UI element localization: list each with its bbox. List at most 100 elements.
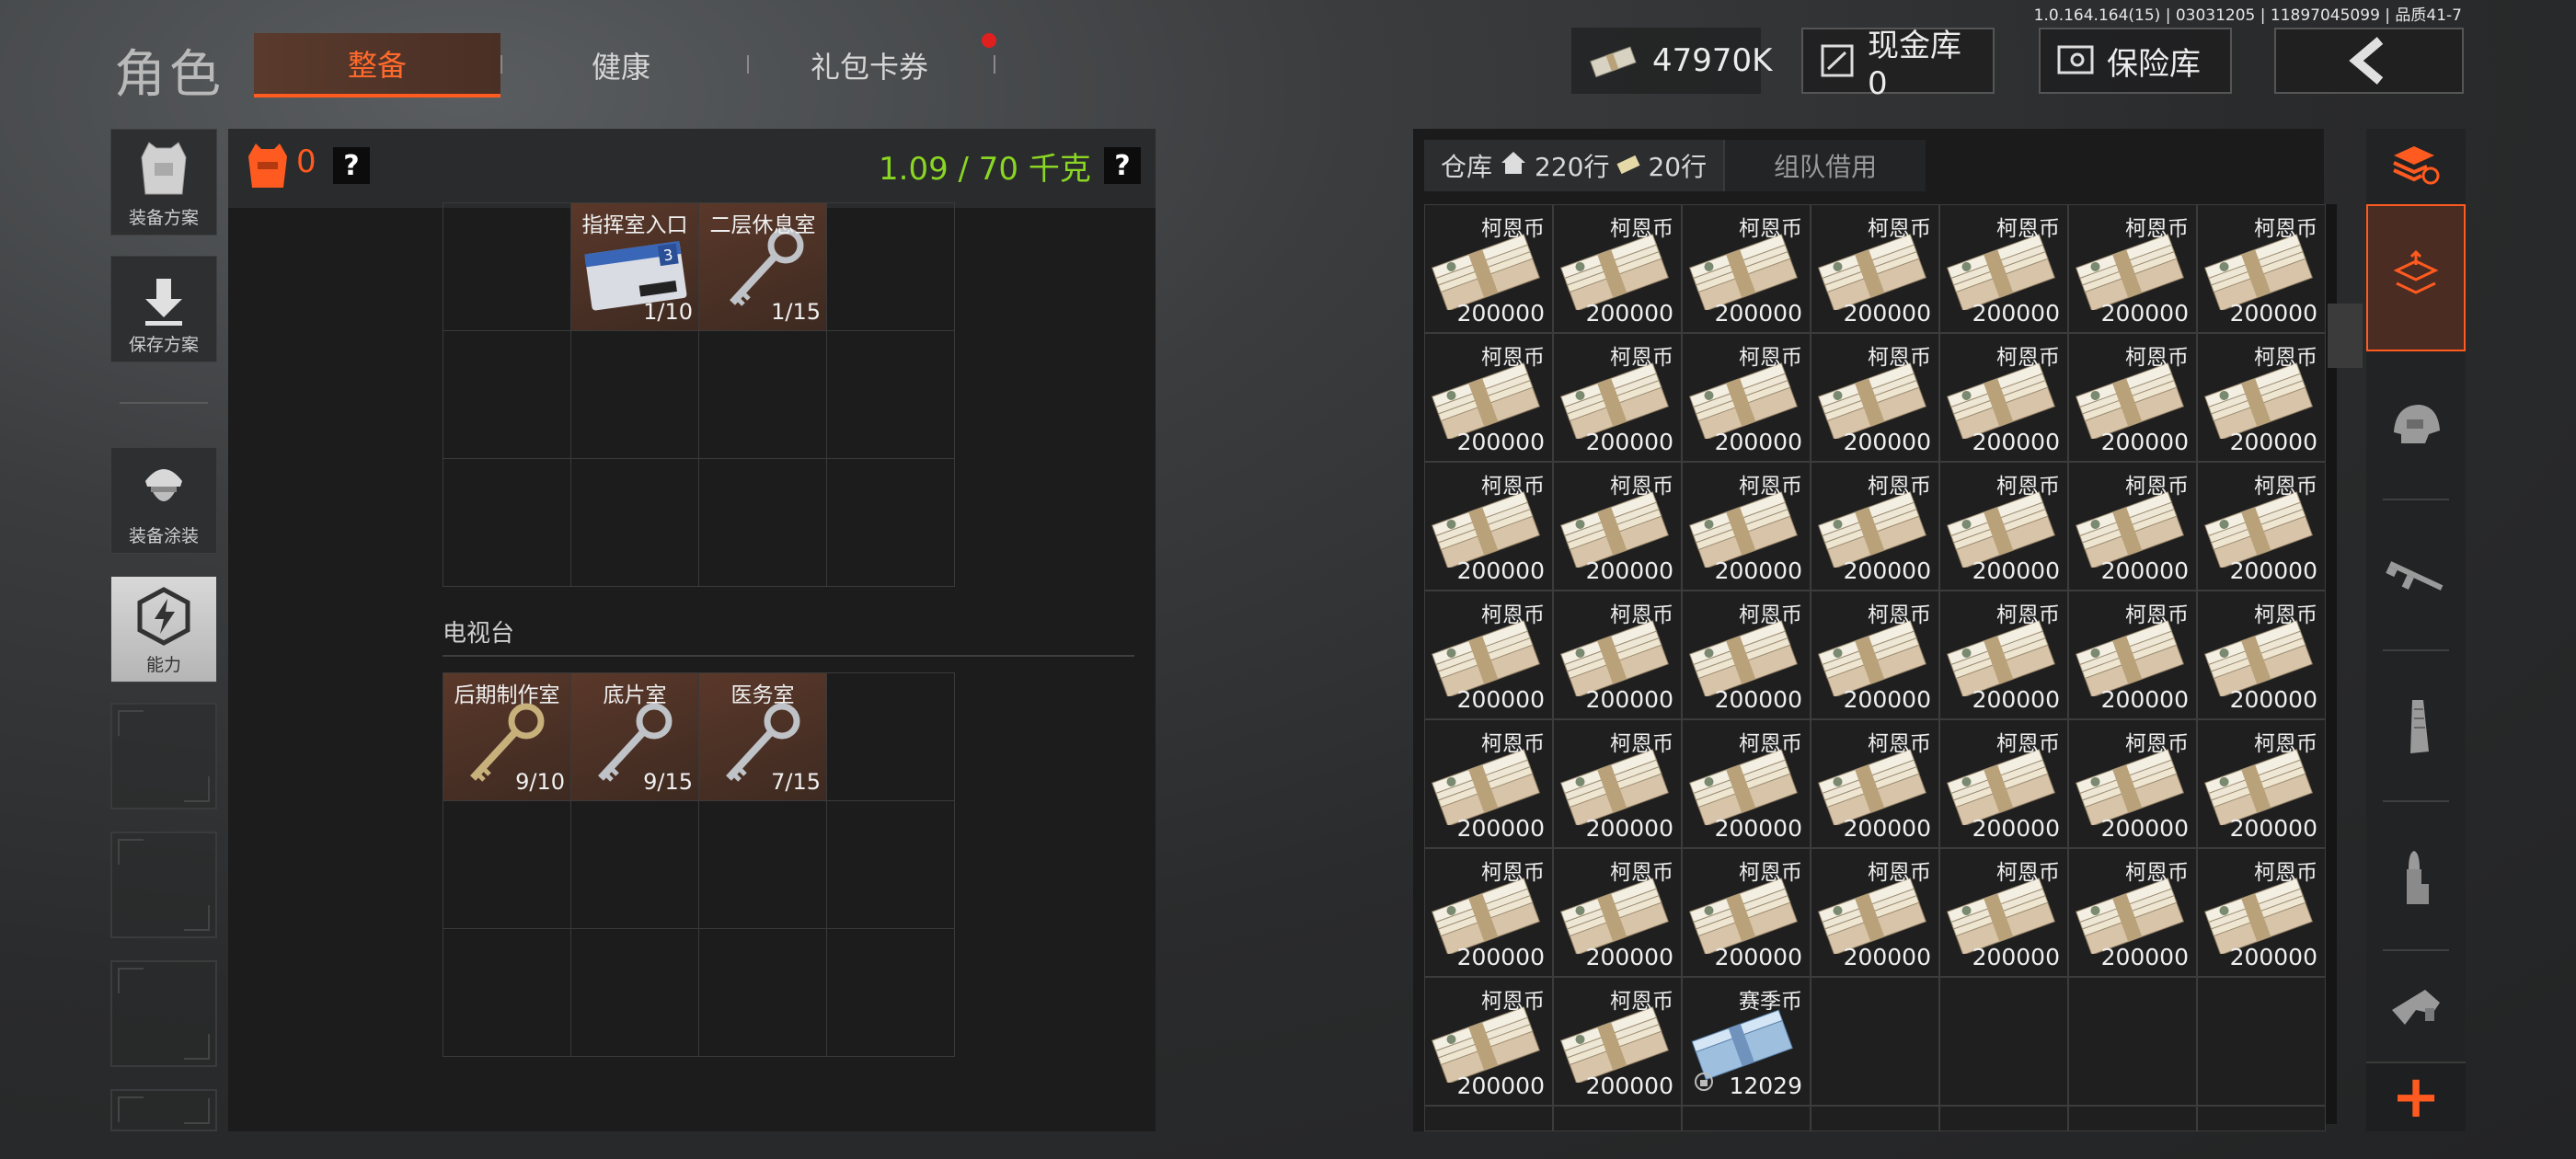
inventory-item-cash[interactable]: 柯恩币 200000	[1682, 719, 1811, 848]
grid-cell[interactable]	[698, 330, 827, 459]
inventory-item-cash[interactable]: 柯恩币 200000	[1939, 719, 2068, 848]
inventory-empty-cell[interactable]	[2197, 1106, 2326, 1131]
keycard-item[interactable]: 3 指挥室入口 1/10	[571, 203, 698, 330]
inventory-item-cash[interactable]: 柯恩币 200000	[1939, 204, 2068, 333]
key-item[interactable]: 医务室 7/15	[699, 673, 826, 800]
inventory-item-cash[interactable]: 柯恩币 200000	[2068, 204, 2197, 333]
inventory-item-cash[interactable]: 柯恩币 200000	[1939, 591, 2068, 719]
inventory-item-cash[interactable]: 柯恩币 200000	[2068, 719, 2197, 848]
ability-button[interactable]: 能力	[110, 576, 217, 683]
inventory-empty-cell[interactable]	[2197, 977, 2326, 1106]
inventory-item-cash[interactable]: 柯恩币 200000	[1424, 204, 1553, 333]
inventory-item-cash[interactable]: 柯恩币 200000	[1682, 204, 1811, 333]
inventory-item-cash[interactable]: 柯恩币 200000	[1682, 848, 1811, 977]
inventory-item-cash[interactable]: 柯恩币 200000	[2197, 848, 2326, 977]
help-icon[interactable]: ?	[333, 147, 370, 184]
inventory-item-season-coin[interactable]: 赛季币 12029	[1682, 977, 1811, 1106]
inventory-item-cash[interactable]: 柯恩币 200000	[2068, 333, 2197, 462]
category-gear[interactable]	[2366, 957, 2466, 1060]
inventory-empty-cell[interactable]	[2068, 1106, 2197, 1131]
inventory-empty-cell[interactable]	[1553, 1106, 1682, 1131]
loadout-plan-button[interactable]: 装备方案	[110, 129, 217, 235]
inventory-item-cash[interactable]: 柯恩币 200000	[1553, 591, 1682, 719]
tab-health[interactable]: 健康	[515, 33, 727, 98]
inventory-item-cash[interactable]: 柯恩币 200000	[1424, 977, 1553, 1106]
inventory-item-cash[interactable]: 柯恩币 200000	[2197, 204, 2326, 333]
inventory-item-cash[interactable]: 柯恩币 200000	[1553, 333, 1682, 462]
inventory-item-cash[interactable]: 柯恩币 200000	[1811, 591, 1939, 719]
inventory-item-cash[interactable]: 柯恩币 200000	[2068, 591, 2197, 719]
inventory-item-cash[interactable]: 柯恩币 200000	[1811, 333, 1939, 462]
inventory-item-cash[interactable]: 柯恩币 200000	[1424, 591, 1553, 719]
category-stack-refresh[interactable]	[2366, 131, 2466, 204]
inventory-item-cash[interactable]: 柯恩币 200000	[1553, 848, 1682, 977]
back-button[interactable]	[2274, 28, 2464, 94]
inventory-item-cash[interactable]: 柯恩币 200000	[1682, 462, 1811, 591]
cash-vault-button[interactable]: 现金库 0	[1801, 28, 1995, 102]
grid-cell[interactable]	[698, 800, 827, 929]
inventory-item-cash[interactable]: 柯恩币 200000	[1553, 462, 1682, 591]
grid-cell[interactable]	[826, 800, 955, 929]
key-item[interactable]: 二层休息室 1/15	[699, 203, 826, 330]
inventory-empty-cell[interactable]	[1939, 977, 2068, 1106]
key-item[interactable]: 后期制作室 9/10	[443, 673, 570, 800]
inventory-item-cash[interactable]: 柯恩币 200000	[1553, 204, 1682, 333]
skin-button[interactable]: 装备涂装	[110, 447, 217, 554]
grid-cell[interactable]	[826, 672, 955, 801]
grid-cell[interactable]	[443, 330, 571, 459]
inventory-item-cash[interactable]: 柯恩币 200000	[1682, 591, 1811, 719]
inventory-empty-cell[interactable]	[1939, 1106, 2068, 1131]
inventory-item-cash[interactable]: 柯恩币 200000	[2068, 848, 2197, 977]
save-plan-button[interactable]: 保存方案	[110, 256, 217, 362]
inventory-item-cash[interactable]: 柯恩币 200000	[1424, 719, 1553, 848]
inventory-item-cash[interactable]: 柯恩币 200000	[1811, 719, 1939, 848]
inventory-item-cash[interactable]: 柯恩币 200000	[1939, 848, 2068, 977]
inventory-item-cash[interactable]: 柯恩币 200000	[1553, 719, 1682, 848]
grid-cell[interactable]	[443, 800, 571, 929]
category-rifle[interactable]	[2366, 504, 2466, 651]
grid-cell[interactable]	[698, 458, 827, 587]
weight-help-icon[interactable]: ?	[1104, 147, 1141, 184]
inventory-item-cash[interactable]: 柯恩币 200000	[1553, 977, 1682, 1106]
inventory-empty-cell[interactable]	[1424, 1106, 1553, 1131]
grid-cell[interactable]	[570, 330, 699, 459]
inventory-item-cash[interactable]: 柯恩币 200000	[1811, 462, 1939, 591]
inventory-item-cash[interactable]: 柯恩币 200000	[1682, 333, 1811, 462]
key-item[interactable]: 底片室 9/15	[571, 673, 698, 800]
grid-cell[interactable]	[826, 928, 955, 1057]
inventory-item-cash[interactable]: 柯恩币 200000	[1811, 204, 1939, 333]
category-helmet[interactable]	[2366, 351, 2466, 499]
category-magazine[interactable]	[2366, 655, 2466, 802]
inventory-item-cash[interactable]: 柯恩币 200000	[2197, 462, 2326, 591]
grid-cell[interactable]	[570, 800, 699, 929]
grid-cell[interactable]	[570, 458, 699, 587]
add-category-button[interactable]: +	[2366, 1061, 2466, 1131]
tab-warehouse[interactable]: 仓库 220行 20行	[1424, 140, 1724, 191]
grid-cell[interactable]	[826, 330, 955, 459]
grid-cell[interactable]	[443, 928, 571, 1057]
currency-display[interactable]: 47970K	[1571, 28, 1772, 94]
inventory-item-cash[interactable]: 柯恩币 200000	[1424, 333, 1553, 462]
tab-team-borrow[interactable]: 组队借用	[1723, 140, 1926, 191]
inventory-item-cash[interactable]: 柯恩币 200000	[1811, 848, 1939, 977]
category-all[interactable]	[2366, 204, 2466, 351]
inventory-item-cash[interactable]: 柯恩币 200000	[2197, 333, 2326, 462]
inventory-empty-cell[interactable]	[1811, 977, 1939, 1106]
grid-cell[interactable]	[698, 928, 827, 1057]
inventory-item-cash[interactable]: 柯恩币 200000	[2197, 719, 2326, 848]
inventory-empty-cell[interactable]	[1811, 1106, 1939, 1131]
inventory-item-cash[interactable]: 柯恩币 200000	[2197, 591, 2326, 719]
scrollbar-thumb[interactable]	[2328, 304, 2363, 368]
inventory-item-cash[interactable]: 柯恩币 200000	[2068, 462, 2197, 591]
grid-cell[interactable]	[443, 202, 571, 331]
grid-cell[interactable]	[443, 458, 571, 587]
tab-equipment[interactable]: 整备	[254, 33, 500, 98]
inventory-item-cash[interactable]: 柯恩币 200000	[1424, 848, 1553, 977]
safe-box-button[interactable]: 保险库	[2039, 28, 2232, 94]
grid-cell[interactable]	[570, 928, 699, 1057]
inventory-item-cash[interactable]: 柯恩币 200000	[1424, 462, 1553, 591]
tab-gift-cards[interactable]: 礼包卡券	[764, 33, 975, 98]
inventory-item-cash[interactable]: 柯恩币 200000	[1939, 333, 2068, 462]
grid-cell[interactable]	[826, 202, 955, 331]
inventory-empty-cell[interactable]	[2068, 977, 2197, 1106]
